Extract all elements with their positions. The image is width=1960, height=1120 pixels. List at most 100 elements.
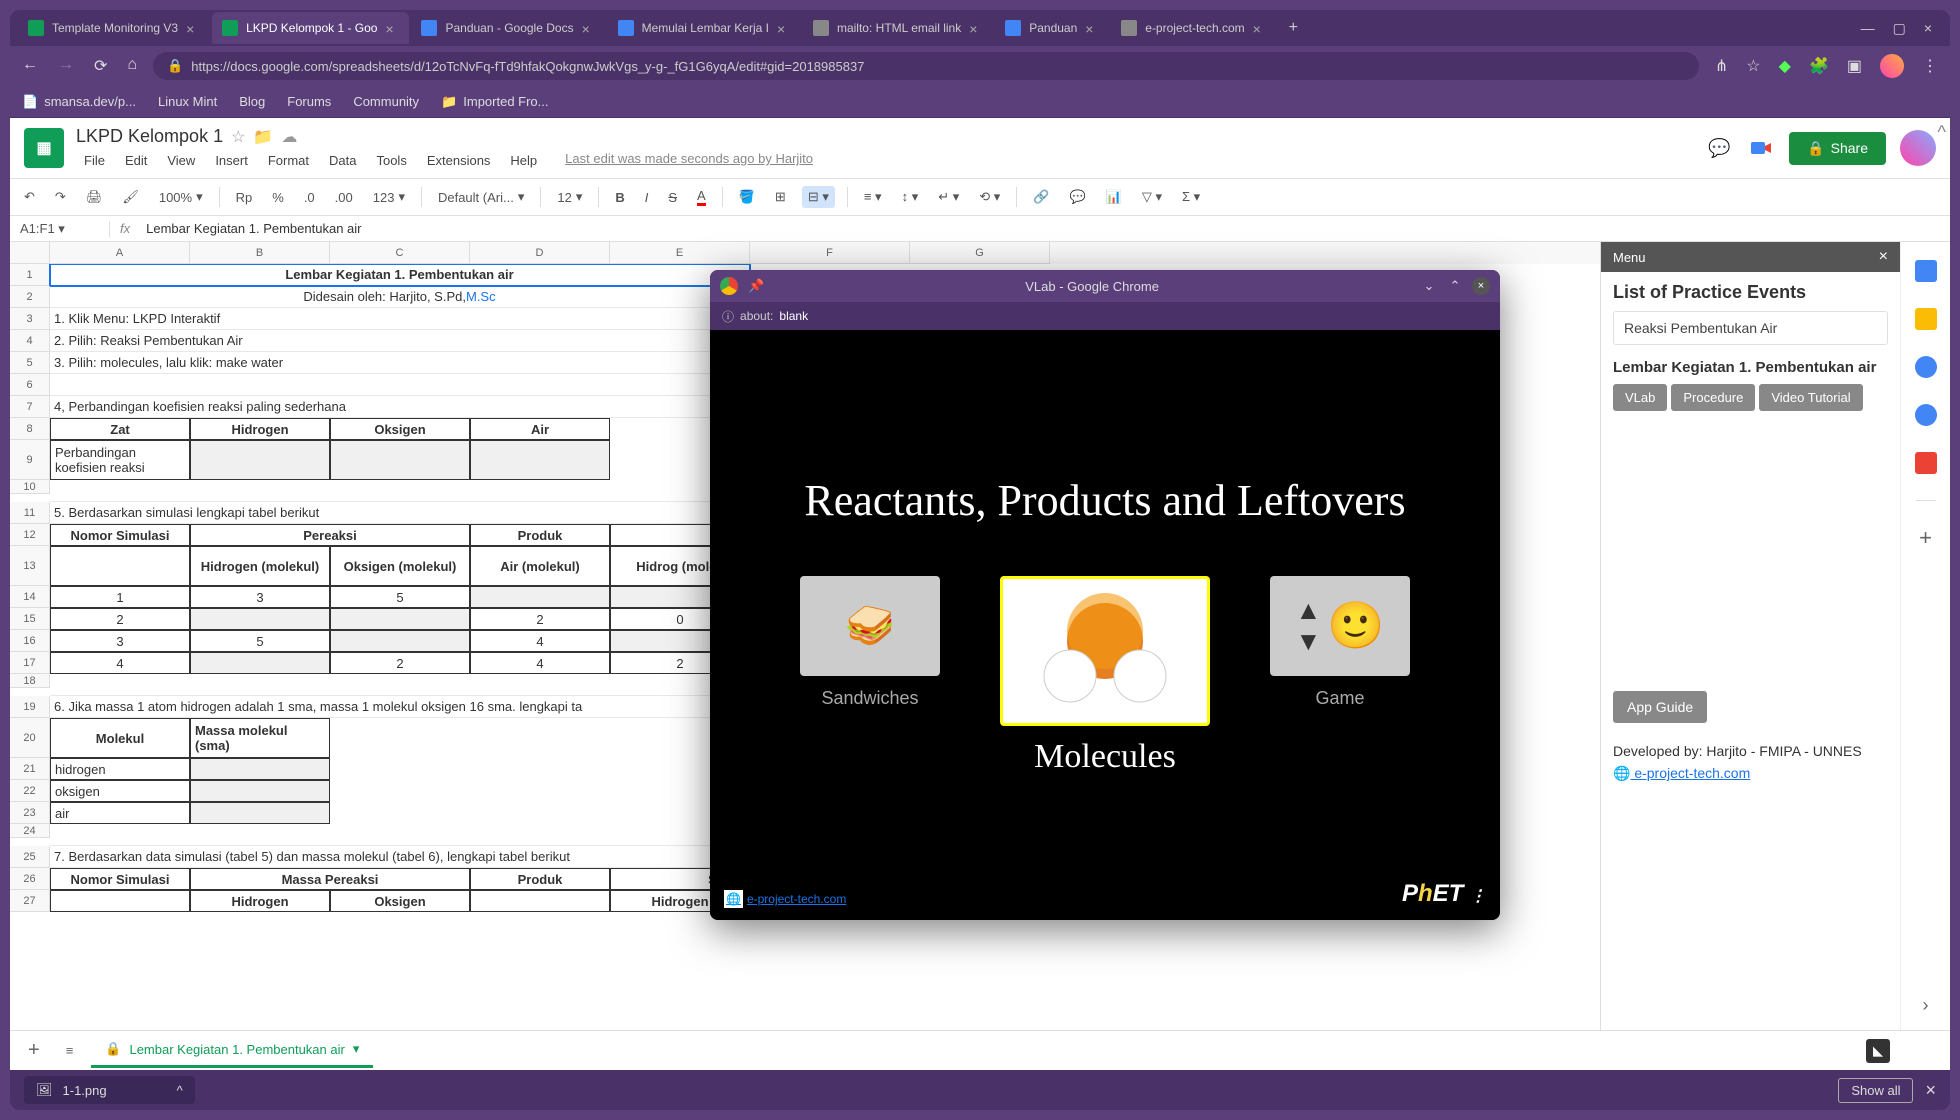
- close-icon[interactable]: ×: [1253, 21, 1267, 35]
- cell-reference[interactable]: A1:F1 ▾: [10, 221, 110, 237]
- close-window-icon[interactable]: ×: [1924, 20, 1932, 37]
- cell[interactable]: 4, Perbandingan koefisien reaksi paling …: [50, 396, 750, 418]
- contacts-icon[interactable]: [1915, 404, 1937, 426]
- keep-icon[interactable]: [1915, 308, 1937, 330]
- menu-help[interactable]: Help: [502, 151, 545, 170]
- share-button[interactable]: 🔒Share: [1789, 132, 1886, 165]
- tab-panduan[interactable]: Panduan×: [995, 12, 1109, 44]
- tab-panduan-docs[interactable]: Panduan - Google Docs×: [411, 12, 605, 44]
- cell[interactable]: Lembar Kegiatan 1. Pembentukan air: [50, 264, 750, 286]
- menu-edit[interactable]: Edit: [117, 151, 155, 170]
- close-icon[interactable]: ×: [1879, 248, 1888, 266]
- add-sheet-button[interactable]: +: [20, 1039, 48, 1062]
- menu-tools[interactable]: Tools: [368, 151, 414, 170]
- close-icon[interactable]: ×: [1472, 277, 1490, 295]
- menu-view[interactable]: View: [159, 151, 203, 170]
- minimize-icon[interactable]: —: [1861, 20, 1875, 37]
- close-icon[interactable]: ×: [1925, 1080, 1936, 1101]
- link-icon[interactable]: 🔗: [1029, 187, 1053, 207]
- home-icon[interactable]: ⌂: [127, 56, 137, 76]
- comment-add[interactable]: 💬: [1065, 187, 1089, 207]
- col-header[interactable]: E: [610, 242, 750, 264]
- col-header[interactable]: B: [190, 242, 330, 264]
- phet-eproject-link[interactable]: 🌐e-project-tech.com: [724, 890, 846, 908]
- show-all-button[interactable]: Show all: [1838, 1078, 1913, 1103]
- phet-molecules-option[interactable]: Molecules: [1000, 576, 1210, 776]
- bookmark-imported[interactable]: 📁Imported Fro...: [441, 94, 548, 110]
- menu-insert[interactable]: Insert: [207, 151, 256, 170]
- col-header[interactable]: D: [470, 242, 610, 264]
- print-icon[interactable]: 🖨: [82, 187, 107, 207]
- explore-button[interactable]: ◣: [1866, 1039, 1890, 1063]
- h-align[interactable]: ≡ ▾: [860, 187, 886, 207]
- device-icon[interactable]: ▣: [1847, 56, 1862, 76]
- sheet-tab[interactable]: 🔒 Lembar Kegiatan 1. Pembentukan air ▾: [91, 1033, 373, 1068]
- cell[interactable]: 1. Klik Menu: LKPD Interaktif: [50, 308, 750, 330]
- borders[interactable]: ⊞: [771, 187, 790, 207]
- cell[interactable]: Didesain oleh: Harjito, S.Pd, M.Sc: [50, 286, 750, 308]
- video-tutorial-button[interactable]: Video Tutorial: [1759, 384, 1862, 411]
- fill-color[interactable]: 🪣: [735, 187, 759, 207]
- close-icon[interactable]: ×: [1085, 21, 1099, 35]
- profile-avatar[interactable]: [1880, 54, 1904, 78]
- maximize-icon[interactable]: ⌃: [1446, 277, 1464, 295]
- paint-icon[interactable]: 🖌: [118, 187, 143, 207]
- filter-icon[interactable]: ▽ ▾: [1138, 187, 1166, 207]
- col-header[interactable]: C: [330, 242, 470, 264]
- all-sheets-button[interactable]: ≡: [58, 1043, 82, 1058]
- font-size[interactable]: 12 ▾: [553, 187, 586, 207]
- puzzle-icon[interactable]: 🧩: [1809, 56, 1829, 76]
- folder-icon[interactable]: 📁: [253, 127, 273, 147]
- maps-icon[interactable]: [1915, 452, 1937, 474]
- popup-url-bar[interactable]: ⓘ about:blank: [710, 302, 1500, 330]
- undo-icon[interactable]: ↶: [20, 187, 39, 207]
- menu-icon[interactable]: ⋮: [1922, 56, 1938, 76]
- dec-increase[interactable]: .00: [331, 188, 357, 207]
- close-icon[interactable]: ×: [777, 21, 791, 35]
- menu-file[interactable]: File: [76, 151, 113, 170]
- share-icon[interactable]: ⋔: [1715, 56, 1728, 76]
- url-input[interactable]: 🔒 https://docs.google.com/spreadsheets/d…: [153, 52, 1699, 80]
- cell[interactable]: 2. Pilih: Reaksi Pembentukan Air: [50, 330, 750, 352]
- italic-button[interactable]: I: [641, 188, 653, 207]
- bookmark-community[interactable]: Community: [353, 94, 419, 109]
- cell[interactable]: [50, 374, 750, 396]
- dec-decrease[interactable]: .0: [300, 188, 319, 207]
- close-icon[interactable]: ×: [969, 21, 983, 35]
- tab-memulai[interactable]: Memulai Lembar Kerja I×: [608, 12, 801, 44]
- cloud-icon[interactable]: ☁: [281, 127, 297, 147]
- meet-icon[interactable]: [1747, 134, 1775, 162]
- redo-icon[interactable]: ↷: [51, 187, 70, 207]
- chevron-up-icon[interactable]: ^: [177, 1083, 183, 1098]
- close-icon[interactable]: ×: [385, 21, 399, 35]
- font-select[interactable]: Default (Ari... ▾: [434, 187, 528, 207]
- formula-input[interactable]: Lembar Kegiatan 1. Pembentukan air: [140, 221, 367, 236]
- chart-icon[interactable]: 📊: [1102, 187, 1126, 207]
- chevron-down-icon[interactable]: ▾: [353, 1041, 360, 1057]
- tab-lkpd[interactable]: LKPD Kelompok 1 - Goo×: [212, 12, 409, 44]
- cell[interactable]: 3. Pilih: molecules, lalu klik: make wat…: [50, 352, 750, 374]
- phet-sandwiches-option[interactable]: 🥪 Sandwiches: [800, 576, 940, 709]
- eproject-link[interactable]: e-project-tech.com: [1630, 765, 1750, 781]
- col-header[interactable]: F: [750, 242, 910, 264]
- menu-data[interactable]: Data: [321, 151, 364, 170]
- percent-button[interactable]: %: [268, 188, 288, 207]
- add-addon-icon[interactable]: +: [1915, 527, 1937, 549]
- currency-button[interactable]: Rp: [232, 188, 257, 207]
- calendar-icon[interactable]: [1915, 260, 1937, 282]
- forward-icon[interactable]: →: [58, 56, 74, 76]
- download-item[interactable]: 🖼 1-1.png ^: [24, 1076, 195, 1104]
- wrap[interactable]: ↵ ▾: [934, 187, 963, 207]
- phet-game-option[interactable]: ▲▼ 🙂 Game: [1270, 576, 1410, 709]
- last-edit[interactable]: Last edit was made seconds ago by Harjit…: [565, 151, 813, 170]
- zoom-select[interactable]: 100% ▾: [155, 187, 207, 207]
- select-all-corner[interactable]: [10, 242, 50, 264]
- extension-icon[interactable]: ◆: [1779, 56, 1791, 76]
- vlab-button[interactable]: VLab: [1613, 384, 1667, 411]
- app-guide-button[interactable]: App Guide: [1613, 691, 1707, 723]
- menu-extensions[interactable]: Extensions: [419, 151, 499, 170]
- bookmark-smansa[interactable]: 📄smansa.dev/p...: [22, 94, 136, 110]
- star-icon[interactable]: ☆: [231, 127, 245, 147]
- back-icon[interactable]: ←: [22, 56, 38, 76]
- tab-template-monitoring[interactable]: Template Monitoring V3×: [18, 12, 210, 44]
